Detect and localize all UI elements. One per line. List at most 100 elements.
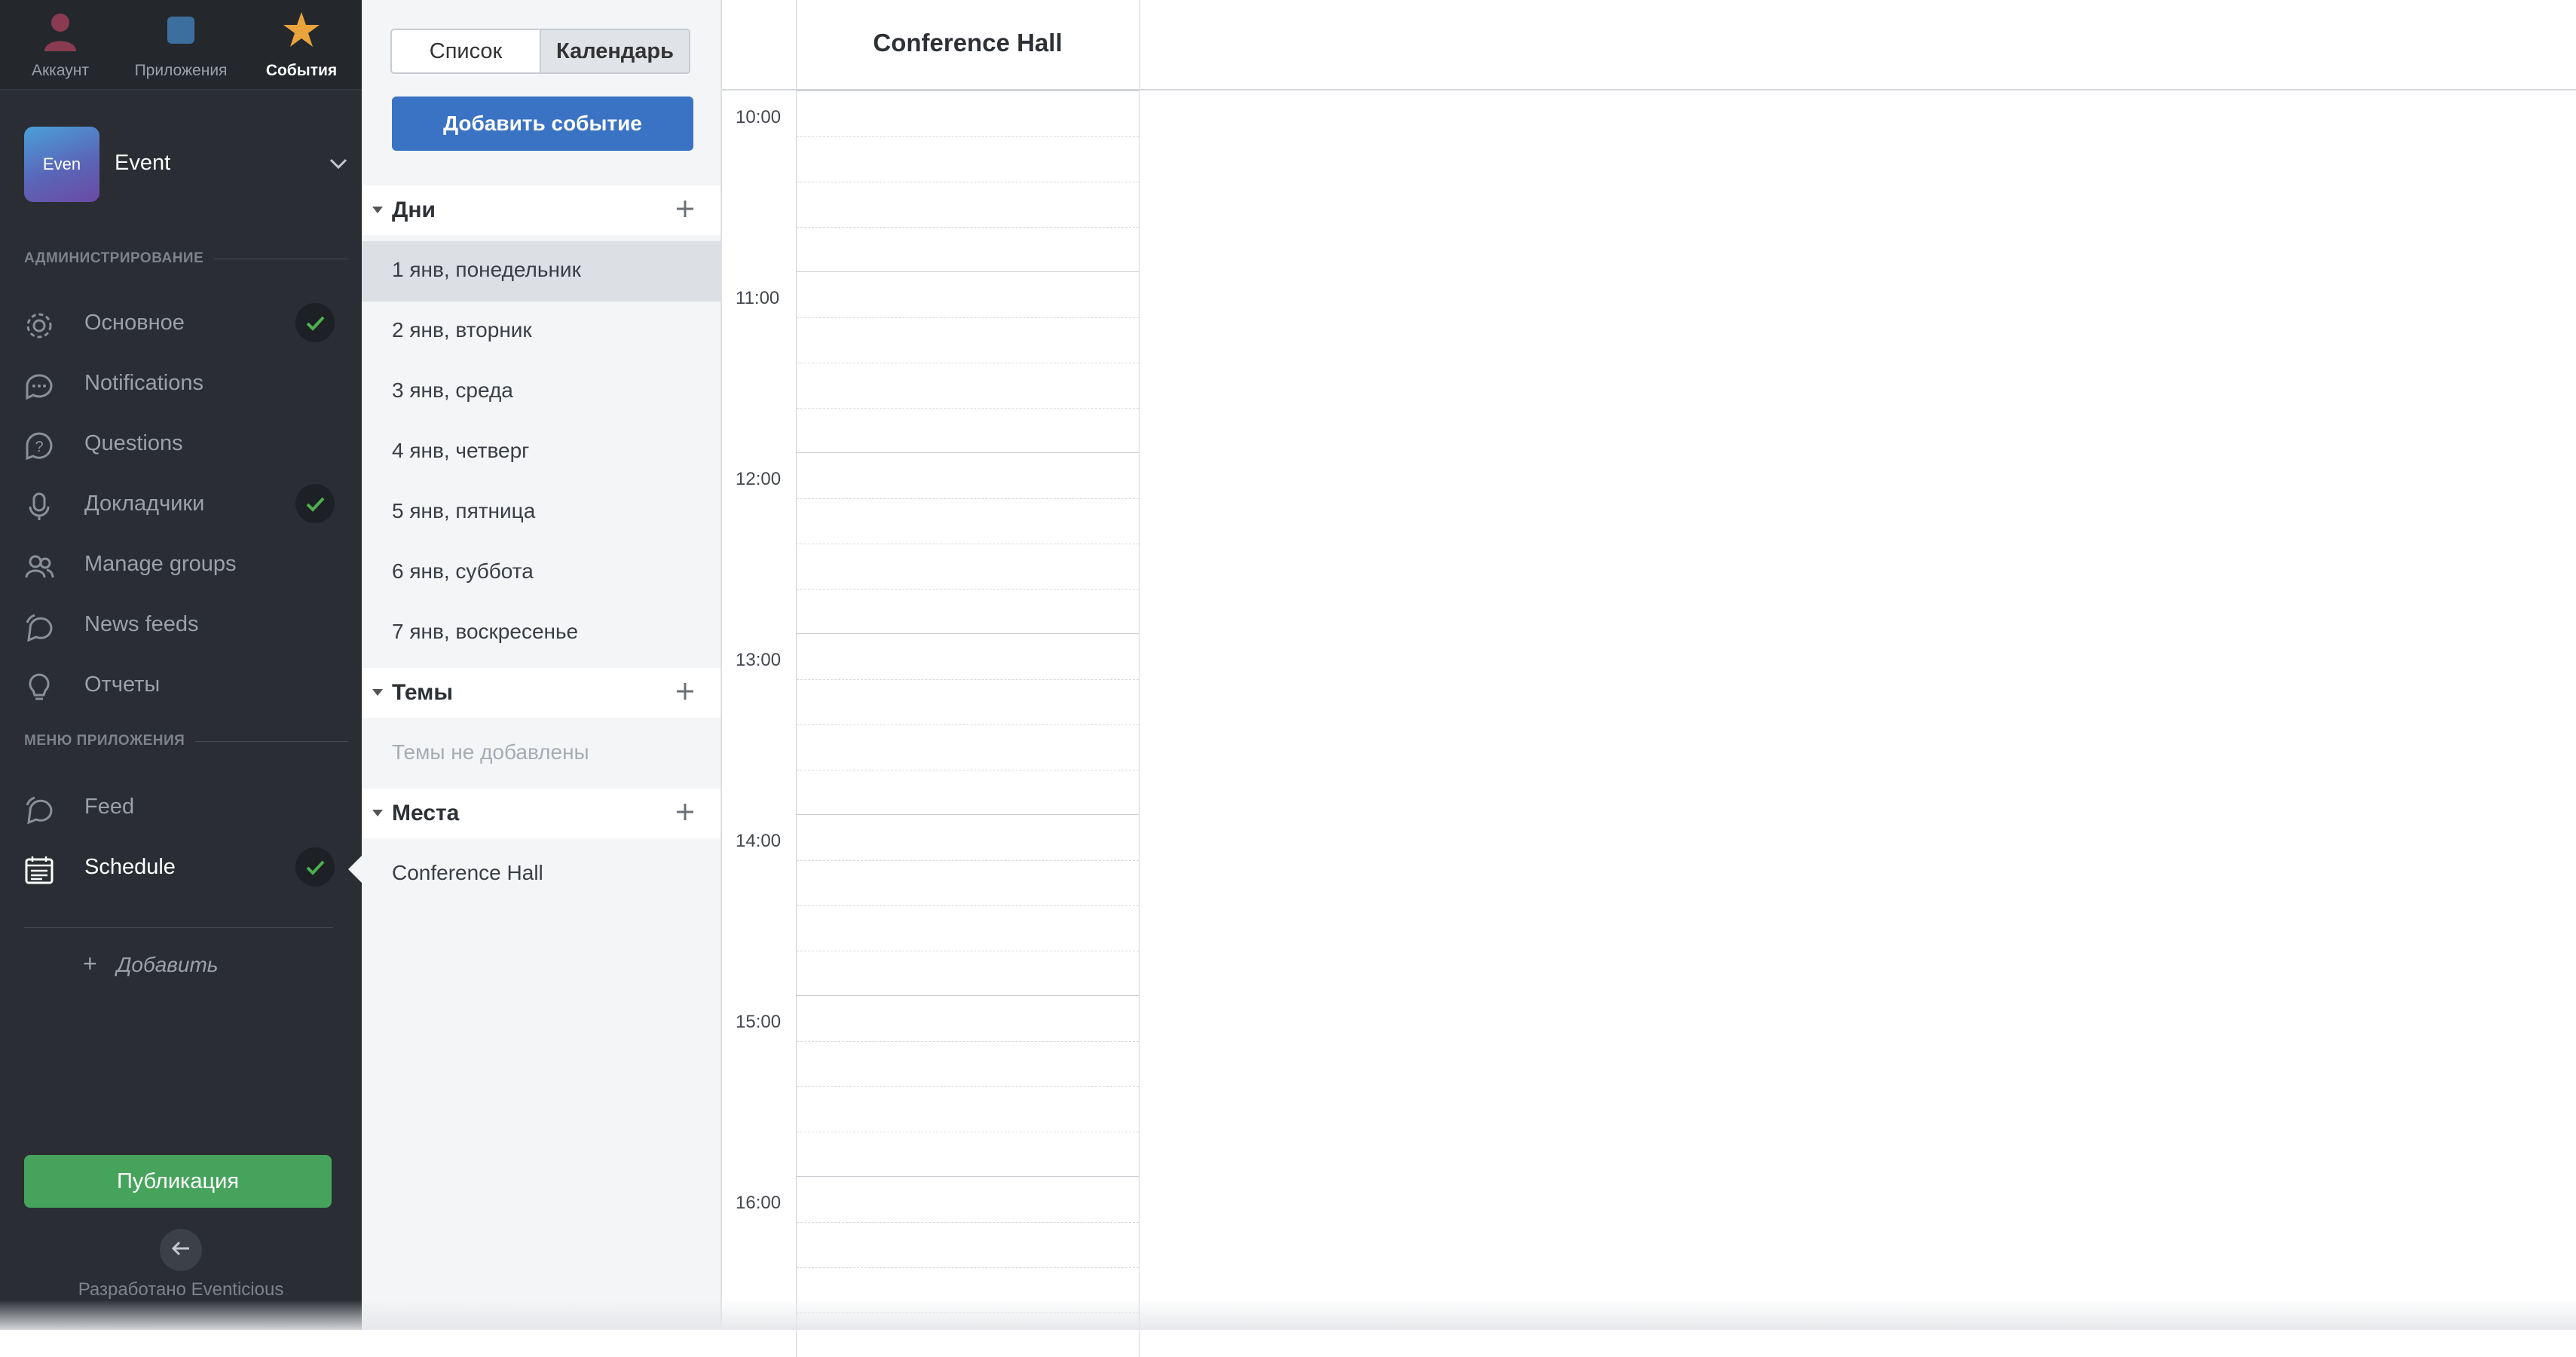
calendar-grid[interactable]: 10:00 11:00 12:00 13:00 14:00 15:00 16:00: [722, 90, 2576, 1357]
check-icon: [295, 303, 335, 342]
app-menu-section-title: МЕНЮ ПРИЛОЖЕНИЯ: [24, 733, 185, 749]
hour-row: 15:00: [722, 995, 2576, 1176]
topics-group-header[interactable]: Темы: [362, 668, 720, 718]
time-slot-cell[interactable]: [796, 1176, 1140, 1357]
place-item-label: Conference Hall: [392, 861, 543, 884]
time-slot-cell[interactable]: [796, 90, 1140, 271]
schedule-panel: Список Календарь Добавить событие Дни 1 …: [362, 0, 722, 1330]
collapse-triangle-icon: [372, 207, 383, 213]
days-group-header[interactable]: Дни: [362, 185, 720, 235]
hour-label: 10:00: [736, 107, 782, 127]
sidebar-item-schedule[interactable]: Schedule: [24, 844, 341, 890]
lightbulb-icon: [24, 672, 54, 703]
calendar-view: Conference Hall 10:00 11:00 12:00 13:00 14:0…: [722, 0, 2576, 1357]
add-topic-icon[interactable]: [674, 680, 696, 703]
sidebar-item-questions[interactable]: ? Questions: [24, 421, 341, 466]
add-menu-item-label: Добавить: [116, 953, 219, 976]
question-icon: ?: [24, 431, 54, 461]
view-list-button[interactable]: Список: [392, 30, 540, 72]
day-item-label: 7 янв, воскресенье: [392, 620, 579, 643]
day-item[interactable]: 3 янв, среда: [362, 362, 720, 422]
sidebar-item-label: Manage groups: [84, 552, 237, 576]
calendar-icon: [24, 855, 54, 885]
plus-icon: +: [83, 950, 97, 977]
hour-row: 16:00: [722, 1176, 2576, 1357]
check-icon: [295, 847, 335, 887]
event-selector[interactable]: Even Event: [24, 127, 348, 202]
tab-events[interactable]: События: [241, 0, 362, 89]
sidebar-item-label: Докладчики: [84, 492, 205, 516]
sidebar-item-label: Notifications: [84, 371, 203, 395]
hour-label: 11:00: [736, 288, 780, 308]
day-item-label: 1 янв, понедельник: [392, 258, 581, 281]
collapse-sidebar-button[interactable]: [160, 1229, 202, 1271]
sidebar-item-news-feeds[interactable]: News feeds: [24, 602, 341, 647]
add-place-icon[interactable]: [674, 801, 696, 823]
users-icon: [24, 552, 54, 582]
apps-icon: [166, 15, 196, 49]
topics-group-title: Темы: [392, 680, 453, 705]
sidebar: Аккаунт Приложения События Even Event АД…: [0, 0, 362, 1330]
day-item-label: 6 янв, суббота: [392, 559, 534, 583]
sidebar-item-label: Questions: [84, 431, 183, 455]
day-item[interactable]: 7 янв, воскресенье: [362, 603, 720, 663]
topics-empty-row: Темы не добавлены: [362, 724, 720, 784]
sidebar-item-main[interactable]: Основное: [24, 300, 341, 345]
sidebar-item-label: Отчеты: [84, 672, 161, 697]
places-group-title: Места: [392, 801, 460, 826]
event-logo: Even: [24, 127, 99, 202]
publish-button[interactable]: Публикация: [24, 1155, 332, 1208]
hour-label: 14:00: [736, 831, 782, 851]
arrow-left-icon: [170, 1237, 192, 1264]
hour-label: 16:00: [736, 1193, 782, 1213]
sidebar-item-label: Feed: [84, 795, 135, 819]
day-item-label: 5 янв, пятница: [392, 499, 536, 522]
app-menu-section-header: МЕНЮ ПРИЛОЖЕНИЯ: [24, 733, 348, 749]
add-menu-item-button[interactable]: + Добавить: [83, 950, 219, 978]
tab-apps[interactable]: Приложения: [121, 0, 241, 89]
tab-account[interactable]: Аккаунт: [0, 0, 121, 89]
day-item[interactable]: 6 янв, суббота: [362, 543, 720, 603]
sidebar-item-label: Schedule: [84, 855, 176, 879]
time-slot-cell[interactable]: [796, 452, 1140, 633]
day-item[interactable]: 4 янв, четверг: [362, 422, 720, 482]
hour-row: 14:00: [722, 814, 2576, 995]
gear-icon: [24, 311, 54, 341]
view-calendar-button[interactable]: Календарь: [540, 30, 689, 72]
view-toggle: Список Календарь: [390, 29, 690, 74]
sidebar-item-reports[interactable]: Отчеты: [24, 662, 341, 707]
calendar-header: Conference Hall: [722, 0, 2576, 90]
hour-row: 12:00: [722, 452, 2576, 633]
hour-row: 11:00: [722, 271, 2576, 452]
active-item-pointer: [348, 856, 362, 883]
sidebar-item-feed[interactable]: Feed: [24, 784, 341, 829]
event-name: Event: [115, 151, 171, 175]
tab-account-label: Аккаунт: [31, 62, 89, 79]
sidebar-item-notifications[interactable]: Notifications: [24, 360, 341, 406]
days-group-title: Дни: [392, 198, 436, 222]
divider: [24, 927, 333, 928]
day-item-label: 4 янв, четверг: [392, 439, 530, 462]
sidebar-item-speakers[interactable]: Докладчики: [24, 481, 341, 526]
time-slot-cell[interactable]: [796, 633, 1140, 814]
user-icon: [41, 11, 79, 57]
time-slot-cell[interactable]: [796, 814, 1140, 995]
add-day-icon[interactable]: [674, 198, 696, 220]
place-item[interactable]: Conference Hall: [362, 844, 720, 905]
day-item[interactable]: 5 янв, пятница: [362, 482, 720, 543]
collapse-triangle-icon: [372, 689, 383, 696]
add-event-button[interactable]: Добавить событие: [392, 96, 693, 151]
time-slot-cell[interactable]: [796, 271, 1140, 452]
time-slot-cell[interactable]: [796, 995, 1140, 1176]
check-icon: [295, 484, 335, 523]
places-group-header[interactable]: Места: [362, 789, 720, 838]
day-item[interactable]: 2 янв, вторник: [362, 302, 720, 362]
room-column-header[interactable]: Conference Hall: [796, 29, 1140, 57]
chat-icon: [24, 371, 54, 401]
tab-events-label: События: [265, 62, 338, 79]
topics-empty-label: Темы не добавлены: [392, 740, 589, 764]
star-icon: [282, 11, 321, 54]
feed-icon: [24, 612, 54, 642]
day-item[interactable]: 1 янв, понедельник: [362, 241, 720, 302]
sidebar-item-manage-groups[interactable]: Manage groups: [24, 541, 341, 587]
